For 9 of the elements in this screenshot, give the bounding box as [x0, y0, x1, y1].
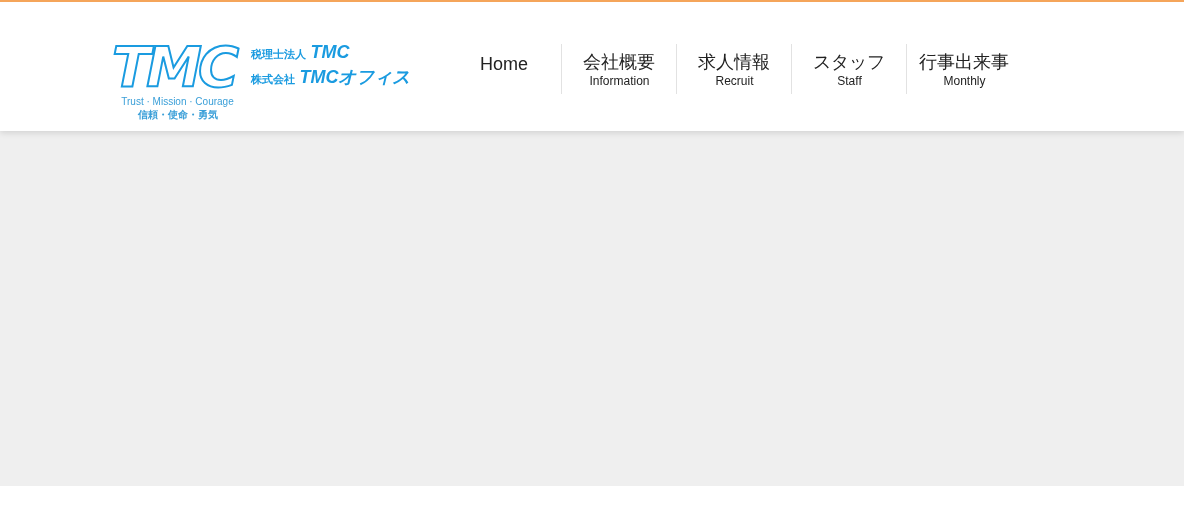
- motto-text: 信頼・使命・勇気: [137, 108, 218, 122]
- nav-link[interactable]: スタッフ Staff: [791, 44, 907, 94]
- nav-link[interactable]: 求人情報 Recruit: [676, 44, 792, 94]
- company-name: 株式会社 TMCオフィス: [251, 66, 411, 89]
- company-name: 税理士法人 TMC: [251, 41, 351, 64]
- nav-link[interactable]: Home: [446, 44, 562, 94]
- nav-link[interactable]: 会社概要 Information: [561, 44, 677, 94]
- nav-link[interactable]: 行事出来事 Monthly: [906, 44, 1022, 94]
- motto-text: Trust · Mission · Courage: [121, 96, 234, 108]
